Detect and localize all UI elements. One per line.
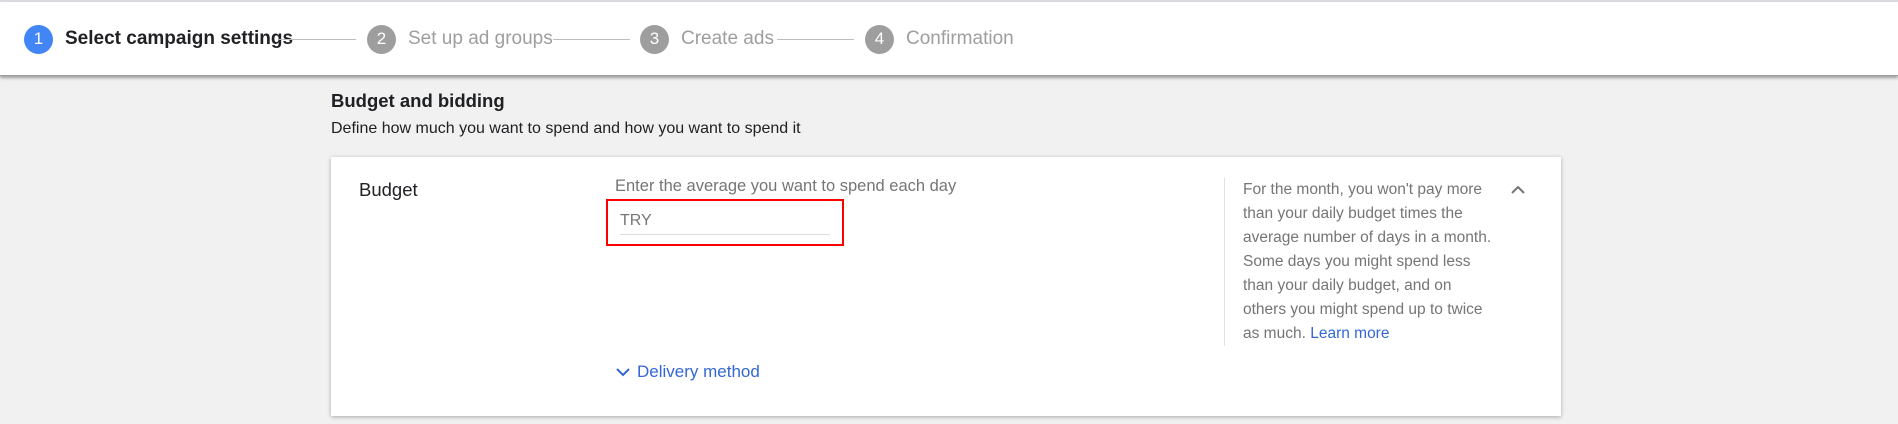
learn-more-link[interactable]: Learn more (1310, 325, 1389, 342)
step-number: 2 (367, 24, 396, 54)
delivery-method-toggle[interactable]: Delivery method (615, 362, 760, 382)
chevron-up-icon (1511, 185, 1525, 194)
step-number: 1 (24, 24, 53, 54)
card-divider (1224, 178, 1225, 346)
step-number: 3 (640, 24, 669, 54)
section-description: Define how much you want to spend and ho… (331, 120, 801, 137)
step-label: Select campaign settings (65, 28, 294, 49)
step-label: Create ads (681, 28, 774, 49)
budget-title: Budget (359, 179, 418, 200)
step-confirmation[interactable]: 4 Confirmation (865, 2, 1014, 76)
budget-card: Budget Enter the average you want to spe… (331, 157, 1561, 416)
step-set-up-ad-groups[interactable]: 2 Set up ad groups (367, 2, 553, 76)
step-number: 4 (865, 24, 894, 54)
budget-input[interactable] (620, 207, 830, 235)
collapse-button[interactable] (1507, 179, 1529, 201)
budget-input-highlight (606, 199, 844, 246)
delivery-method-label: Delivery method (637, 362, 760, 381)
step-connector (553, 39, 630, 40)
chevron-down-icon (616, 368, 630, 377)
step-label: Confirmation (906, 28, 1014, 49)
step-connector (777, 39, 854, 40)
step-label: Set up ad groups (408, 28, 553, 49)
budget-hint: Enter the average you want to spend each… (615, 177, 957, 195)
help-text: For the month, you won't pay more than y… (1243, 181, 1492, 342)
step-create-ads[interactable]: 3 Create ads (640, 2, 774, 76)
budget-help-text: For the month, you won't pay more than y… (1243, 178, 1493, 346)
campaign-stepper: 1 Select campaign settings 2 Set up ad g… (0, 2, 1898, 76)
step-select-campaign-settings[interactable]: 1 Select campaign settings (24, 2, 293, 76)
section-title: Budget and bidding (331, 90, 505, 111)
step-connector (279, 39, 356, 40)
